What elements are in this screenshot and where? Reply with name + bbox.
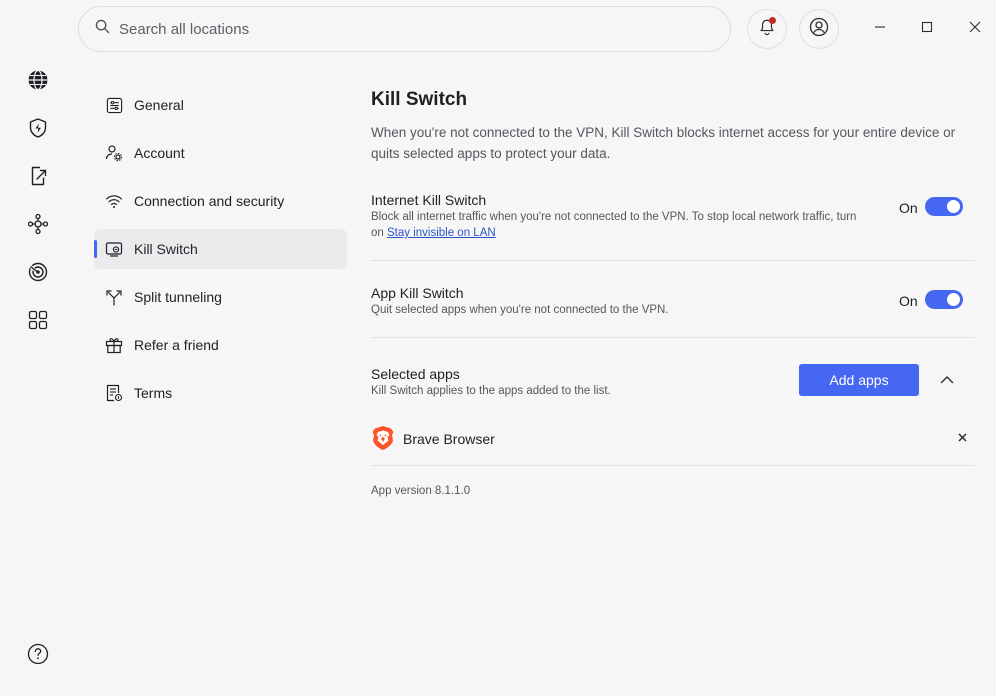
nav-item-refer-friend[interactable]: Refer a friend: [94, 325, 347, 365]
nav-item-account[interactable]: Account: [94, 133, 347, 173]
stay-invisible-lan-link[interactable]: Stay invisible on LAN: [387, 227, 496, 239]
internet-kill-switch-state: On: [899, 200, 918, 216]
wifi-icon: [105, 192, 123, 210]
app-kill-switch-description: Quit selected apps when you're not conne…: [371, 304, 669, 316]
collapse-button[interactable]: [938, 372, 956, 388]
maximize-icon: [921, 20, 933, 38]
nav-item-connection-security[interactable]: Connection and security: [94, 181, 347, 221]
share-file-icon[interactable]: [26, 164, 50, 188]
maximize-button[interactable]: [917, 19, 937, 39]
remove-app-button[interactable]: [955, 430, 969, 446]
brave-lion-icon: [371, 425, 395, 451]
page-description: When you're not connected to the VPN, Ki…: [371, 125, 956, 161]
page-title: Kill Switch: [371, 89, 468, 110]
app-kill-switch-toggle[interactable]: [925, 290, 963, 309]
nav-item-kill-switch[interactable]: Kill Switch: [94, 229, 347, 269]
app-kill-switch-title: App Kill Switch: [371, 285, 464, 301]
nav-item-general[interactable]: General: [94, 85, 347, 125]
notification-dot: [769, 17, 776, 24]
globe-icon[interactable]: [26, 68, 50, 92]
chevron-up-icon: [940, 371, 954, 389]
user-gear-icon: [105, 144, 123, 162]
divider: [371, 337, 975, 338]
divider: [371, 260, 975, 261]
search-input[interactable]: [119, 20, 679, 38]
nav-label-terms: Terms: [134, 385, 173, 401]
kill-switch-icon: [105, 240, 123, 258]
internet-kill-switch-title: Internet Kill Switch: [371, 192, 487, 208]
target-icon[interactable]: [26, 260, 50, 284]
nav-item-terms[interactable]: Terms: [94, 373, 347, 413]
nav-label-connection-security: Connection and security: [134, 193, 285, 209]
selected-apps-title: Selected apps: [371, 366, 460, 382]
nav-label-refer-friend: Refer a friend: [134, 337, 219, 353]
app-name: Brave Browser: [403, 431, 495, 447]
search-bar[interactable]: [78, 6, 731, 52]
nav-label-split-tunneling: Split tunneling: [134, 289, 222, 305]
toggle-knob: [947, 293, 960, 306]
internet-kill-switch-toggle[interactable]: [925, 197, 963, 216]
divider: [371, 465, 975, 466]
app-version: App version 8.1.1.0: [371, 485, 471, 497]
toggle-knob: [947, 200, 960, 213]
split-icon: [105, 288, 123, 306]
notifications-button[interactable]: [747, 9, 787, 49]
nav-label-account: Account: [134, 145, 185, 161]
close-icon: [957, 429, 967, 447]
nav-label-general: General: [134, 97, 184, 113]
close-icon: [969, 20, 981, 38]
profile-button[interactable]: [799, 9, 839, 49]
help-icon[interactable]: [26, 642, 50, 666]
shield-bolt-icon[interactable]: [26, 116, 50, 140]
nav-item-split-tunneling[interactable]: Split tunneling: [94, 277, 347, 317]
apps-grid-icon[interactable]: [26, 308, 50, 332]
nav-label-kill-switch: Kill Switch: [134, 241, 198, 257]
document-icon: [105, 384, 123, 402]
add-apps-button[interactable]: Add apps: [799, 364, 919, 396]
selected-apps-description: Kill Switch applies to the apps added to…: [371, 385, 611, 397]
gift-icon: [105, 336, 123, 354]
user-circle-icon: [809, 17, 829, 42]
search-icon: [95, 19, 119, 39]
close-button[interactable]: [965, 19, 985, 39]
sliders-icon: [105, 96, 123, 114]
app-kill-switch-state: On: [899, 293, 918, 309]
active-indicator: [94, 240, 97, 258]
minimize-icon: [874, 20, 886, 38]
minimize-button[interactable]: [870, 19, 890, 39]
internet-kill-switch-description: Block all internet traffic when you're n…: [371, 209, 871, 241]
meshnet-icon[interactable]: [26, 212, 50, 236]
